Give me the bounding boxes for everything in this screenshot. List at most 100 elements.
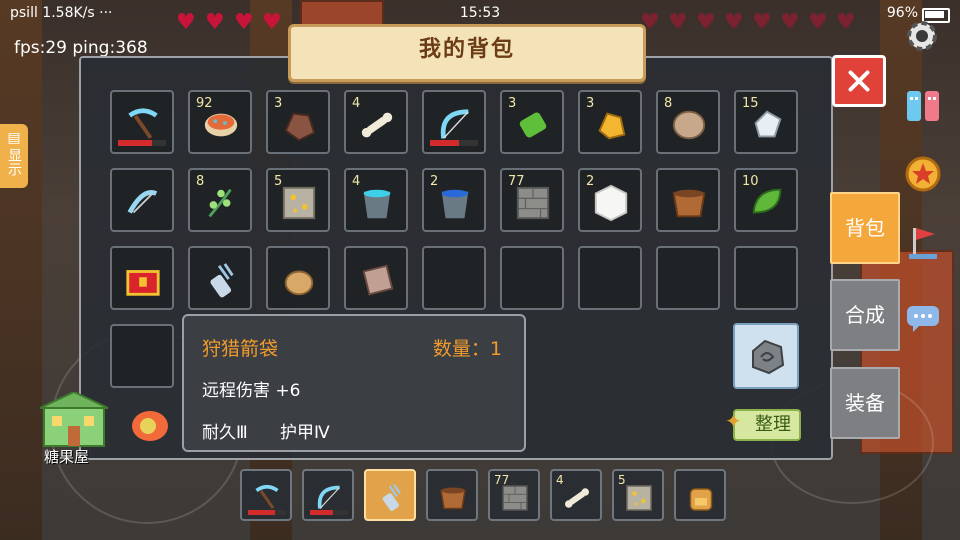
inventory-slot[interactable] (344, 246, 408, 310)
item-count: 4 (352, 96, 361, 111)
hotbar-slot[interactable] (426, 469, 478, 521)
item-count: 77 (508, 174, 525, 189)
inventory-slot[interactable]: 2 (422, 168, 486, 232)
item-count: 4 (556, 473, 564, 487)
inventory-slot[interactable]: 8 (656, 90, 720, 154)
item-count: 92 (196, 96, 213, 111)
tooltip-stat-durability: 耐久Ⅲ (202, 423, 248, 443)
durability-bar (430, 140, 478, 146)
crystal-icon (754, 110, 782, 138)
inventory-slot[interactable]: 4 (344, 168, 408, 232)
hotbar-slot[interactable] (364, 469, 416, 521)
durability-fill (248, 510, 275, 515)
inventory-slot[interactable] (266, 246, 330, 310)
backpack-icon (689, 488, 713, 511)
inventory-slot[interactable]: 10 (734, 168, 798, 232)
friends-icon[interactable] (903, 85, 943, 125)
tooltip-stat-armor: 护甲Ⅳ (280, 423, 330, 443)
inventory-slot[interactable]: 2 (578, 168, 642, 232)
item-count: 77 (494, 473, 510, 487)
item-count: 15 (742, 96, 759, 111)
inventory-slot[interactable] (422, 246, 486, 310)
inventory-slot[interactable]: 3 (500, 90, 564, 154)
stone-brick-icon (516, 186, 550, 220)
inventory-slot[interactable] (578, 246, 642, 310)
item-count: 2 (430, 174, 439, 189)
inventory-slot[interactable] (656, 168, 720, 232)
tab-equip[interactable]: 装备 (830, 367, 900, 439)
discard-slot[interactable] (733, 323, 799, 389)
green-scroll-icon (519, 112, 547, 138)
heart-icon: ♥ (262, 10, 282, 35)
inventory-slot[interactable]: 92 (188, 90, 252, 154)
durability-bar (248, 510, 286, 515)
hunger-icon: ♥ (808, 10, 828, 35)
inventory-slot[interactable] (500, 246, 564, 310)
flag-icon[interactable] (903, 222, 943, 262)
food-item-icon[interactable] (128, 406, 172, 446)
gear-icon[interactable] (902, 16, 942, 56)
bone-icon (361, 112, 393, 138)
shield-plate-icon (362, 264, 394, 296)
blue-bucket-icon (441, 189, 469, 219)
inventory-slot[interactable]: 4 (344, 90, 408, 154)
hotbar-slot[interactable]: 77 (488, 469, 540, 521)
diamond-pickaxe-icon (128, 108, 158, 139)
hotbar-slot[interactable] (240, 469, 292, 521)
copper-ore-icon (284, 112, 316, 142)
inventory-slot[interactable]: 77 (500, 168, 564, 232)
candy-house-icon[interactable] (38, 392, 110, 448)
hunger-icon: ♥ (836, 10, 856, 35)
inventory-slot[interactable] (110, 90, 174, 154)
hotbar-slot[interactable] (302, 469, 354, 521)
water-bucket-icon (363, 189, 391, 219)
chat-icon: ▤ (7, 130, 21, 146)
item-count: 2 (586, 174, 595, 189)
vine-icon (208, 188, 232, 218)
fps-ping-readout: fps:29 ping:368 (14, 38, 148, 58)
tab-craft[interactable]: 合成 (830, 279, 900, 351)
inventory-slot[interactable] (110, 246, 174, 310)
show-toggle-tab[interactable]: ▤ 显示 (0, 124, 28, 188)
inventory-slot[interactable] (656, 246, 720, 310)
durability-fill (310, 510, 333, 515)
item-count: 10 (742, 174, 759, 189)
panel-title-banner: 我的背包 (288, 24, 646, 82)
tab-backpack[interactable]: 背包 (830, 192, 900, 264)
crossbow-icon (127, 190, 158, 214)
inventory-slot[interactable]: 3 (266, 90, 330, 154)
inventory-slot[interactable]: 3 (578, 90, 642, 154)
tab-equip-label: 装备 (845, 391, 885, 415)
inventory-slot[interactable] (110, 324, 174, 388)
inventory-slot[interactable]: 5 (266, 168, 330, 232)
broom-icon: ✦ (725, 409, 742, 433)
achievement-medal-icon[interactable] (903, 154, 943, 194)
wooden-bucket-icon (440, 487, 466, 510)
heart-icon: ♥ (234, 10, 254, 35)
inventory-slot[interactable]: 8 (188, 168, 252, 232)
inventory-slot[interactable] (110, 168, 174, 232)
sort-button[interactable]: ✦ 整理 (725, 409, 801, 441)
gold-ore-icon (598, 112, 626, 140)
hunger-icon: ♥ (780, 10, 800, 35)
inventory-slot[interactable] (188, 246, 252, 310)
hotbar-slot[interactable]: 4 (550, 469, 602, 521)
inventory-slot[interactable] (422, 90, 486, 154)
hunger-icon: ♥ (752, 10, 772, 35)
tooltip-stat-ranged: 远程伤害 +6 (202, 381, 301, 401)
hunger-icon: ♥ (696, 10, 716, 35)
hunger-icon: ♥ (724, 10, 744, 35)
inventory-slot[interactable]: 15 (734, 90, 798, 154)
inventory-slot[interactable] (734, 246, 798, 310)
hotbar-slot[interactable] (674, 469, 726, 521)
arrow-quiver-icon (382, 483, 401, 511)
hotbar-slot[interactable]: 5 (612, 469, 664, 521)
close-button[interactable] (832, 55, 886, 107)
show-tab-label: 显示 (6, 148, 22, 176)
chat-bubble-icon[interactable] (903, 298, 943, 338)
bone-icon (565, 488, 589, 508)
heart-icon: ♥ (205, 10, 225, 35)
ore-block-icon (626, 485, 652, 511)
stew-bowl-icon (204, 113, 238, 137)
item-count: 8 (196, 174, 205, 189)
